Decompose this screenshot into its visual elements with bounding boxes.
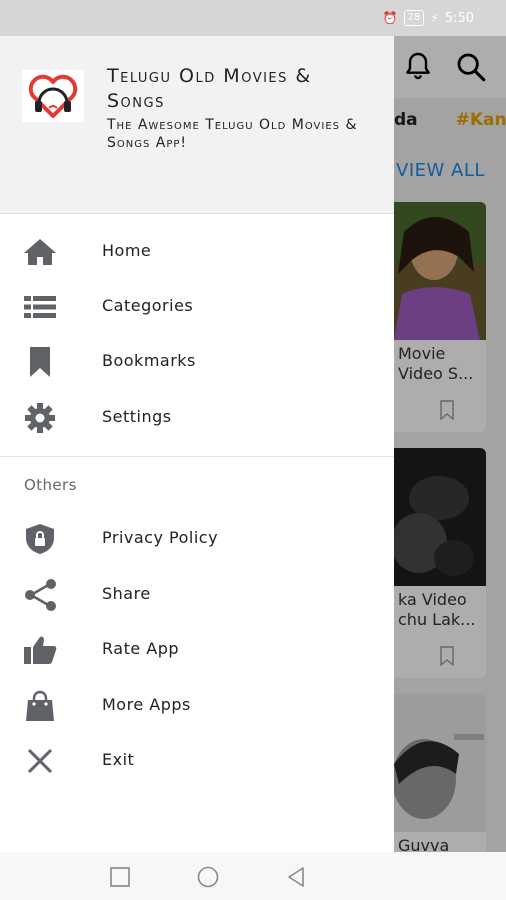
status-time: 5:50 bbox=[444, 10, 474, 26]
charging-icon: ⚡ bbox=[430, 11, 439, 25]
menu-item-bookmarks[interactable]: Bookmarks bbox=[0, 337, 394, 387]
back-button[interactable] bbox=[285, 866, 307, 888]
list-icon bbox=[22, 291, 58, 323]
menu-item-label: Settings bbox=[102, 407, 172, 426]
system-nav-bar bbox=[0, 852, 506, 900]
app-logo-icon bbox=[22, 70, 84, 122]
menu-item-label: Share bbox=[102, 584, 151, 603]
app-subtitle: The Awesome Telugu Old Movies & Songs Ap… bbox=[107, 117, 358, 151]
menu-divider bbox=[0, 456, 394, 457]
thumbs-up-icon bbox=[22, 634, 58, 666]
shield-lock-icon bbox=[22, 523, 58, 555]
menu-item-exit[interactable]: Exit bbox=[0, 736, 394, 786]
shopping-bag-icon bbox=[22, 690, 58, 722]
bookmark-icon bbox=[22, 346, 58, 378]
menu-item-more-apps[interactable]: More Apps bbox=[0, 681, 394, 731]
section-label-others: Others bbox=[24, 476, 77, 494]
menu-item-label: Privacy Policy bbox=[102, 528, 219, 547]
menu-item-privacy-policy[interactable]: Privacy Policy bbox=[0, 514, 394, 564]
menu-item-label: Categories bbox=[102, 296, 194, 315]
menu-item-label: Exit bbox=[102, 750, 135, 769]
share-icon bbox=[22, 579, 58, 611]
close-icon bbox=[22, 745, 58, 777]
status-bar: ⏰ 28 ⚡ 5:50 bbox=[0, 0, 506, 36]
menu-item-label: Home bbox=[102, 241, 152, 260]
battery-indicator: 28 bbox=[403, 10, 425, 26]
menu-item-settings[interactable]: Settings bbox=[0, 393, 394, 443]
home-button[interactable] bbox=[196, 866, 220, 888]
drawer-header: Telugu Old Movies & Songs The Awesome Te… bbox=[0, 36, 394, 214]
menu-item-label: More Apps bbox=[102, 695, 191, 714]
menu-item-rate-app[interactable]: Rate App bbox=[0, 625, 394, 675]
app-title: Telugu Old Movies & Songs bbox=[107, 65, 312, 112]
menu-item-label: Bookmarks bbox=[102, 351, 196, 370]
menu-item-home[interactable]: Home bbox=[0, 227, 394, 277]
recent-apps-button[interactable] bbox=[109, 866, 131, 888]
gear-icon bbox=[22, 402, 58, 434]
menu-item-categories[interactable]: Categories bbox=[0, 282, 394, 332]
menu-item-label: Rate App bbox=[102, 639, 180, 658]
alarm-icon: ⏰ bbox=[382, 11, 398, 25]
menu-item-share[interactable]: Share bbox=[0, 570, 394, 620]
home-icon bbox=[22, 236, 58, 268]
navigation-drawer: Telugu Old Movies & Songs The Awesome Te… bbox=[0, 36, 394, 852]
